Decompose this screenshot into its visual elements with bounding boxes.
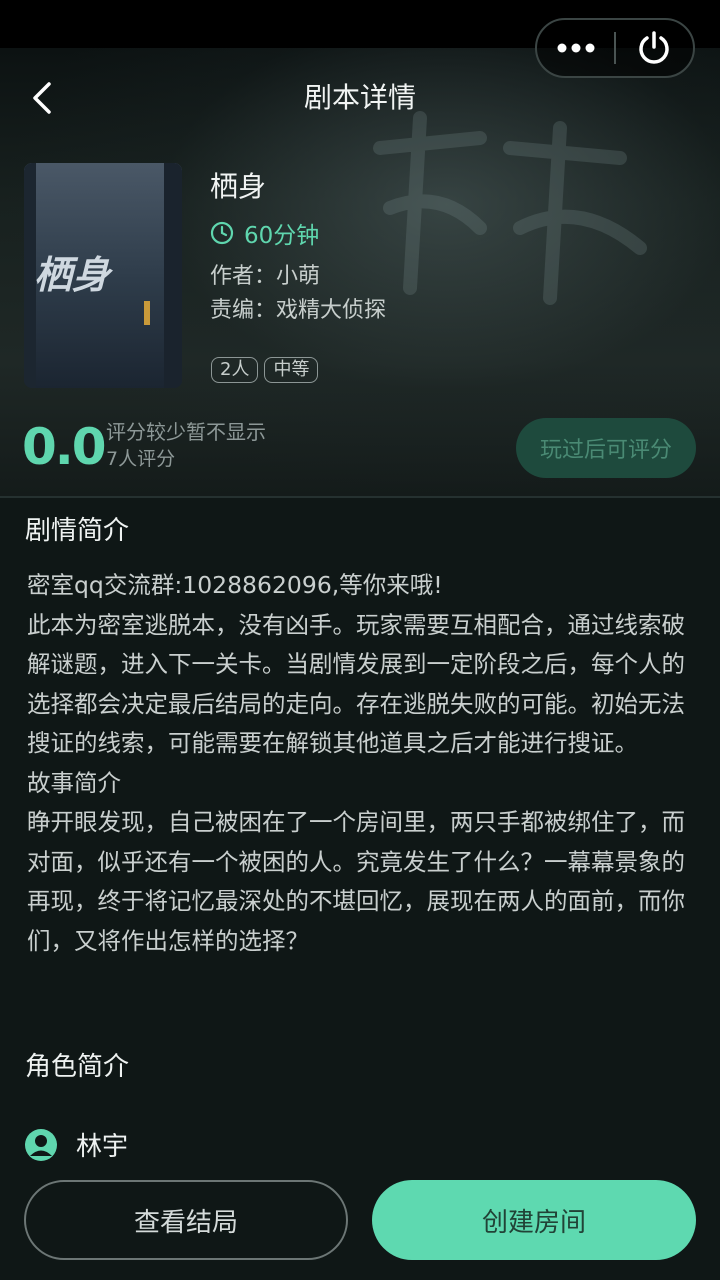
hero-divider <box>0 496 720 498</box>
rating-score: 0.0 <box>22 418 107 476</box>
script-duration: 60分钟 <box>210 216 319 250</box>
script-author: 作者：小萌 <box>210 264 321 289</box>
more-button[interactable] <box>537 20 614 76</box>
miniapp-capsule <box>535 18 695 78</box>
plot-paragraph: 密室qq交流群:1028862096,等你来哦! <box>27 571 443 599</box>
plot-paragraph: 睁开眼发现，自己被困在了一个房间里，两只手都被绑住了，而对面，似乎还有一个被困的… <box>27 808 685 955</box>
role-name: 林宇 <box>76 1132 129 1162</box>
script-cover-image: 栖身 <box>24 163 182 388</box>
roles-section-title: 角色简介 <box>25 1052 130 1082</box>
page-title: 剧本详情 <box>303 81 416 114</box>
user-avatar-icon <box>24 1128 58 1162</box>
tag-players: 2人 <box>211 357 259 383</box>
clock-icon <box>210 221 234 245</box>
cover-artwork: 栖身 <box>24 163 182 388</box>
rating-note: 评分较少暂不显示 <box>106 420 266 444</box>
plot-section-title: 剧情简介 <box>25 516 130 546</box>
script-tags: 2人 中等 <box>211 357 319 383</box>
cover-title-text: 栖身 <box>34 252 113 297</box>
rate-button[interactable]: 玩过后可评分 <box>516 418 696 478</box>
plot-paragraph: 故事简介 <box>27 768 121 797</box>
plot-description: 密室qq交流群:1028862096,等你来哦! 此本为密室逃脱本，没有凶手。玩… <box>27 566 697 961</box>
close-miniapp-button[interactable] <box>616 20 693 76</box>
script-editor: 责编：戏精大侦探 <box>210 298 387 323</box>
plot-paragraph: 此本为密室逃脱本，没有凶手。玩家需要互相配合，通过线索破解谜题，进入下一关卡。当… <box>27 610 685 758</box>
view-ending-button[interactable]: 查看结局 <box>24 1180 348 1260</box>
more-dots-icon <box>557 43 594 53</box>
duration-label: 60分钟 <box>244 223 320 249</box>
create-room-button[interactable]: 创建房间 <box>372 1180 696 1260</box>
role-list-item[interactable]: 林宇 <box>24 1126 128 1163</box>
power-icon <box>639 31 670 64</box>
rating-count: 7人评分 <box>106 448 176 470</box>
script-title: 栖身 <box>210 170 267 203</box>
hero-calligraphy-decoration <box>373 111 647 305</box>
tag-difficulty: 中等 <box>264 357 319 383</box>
